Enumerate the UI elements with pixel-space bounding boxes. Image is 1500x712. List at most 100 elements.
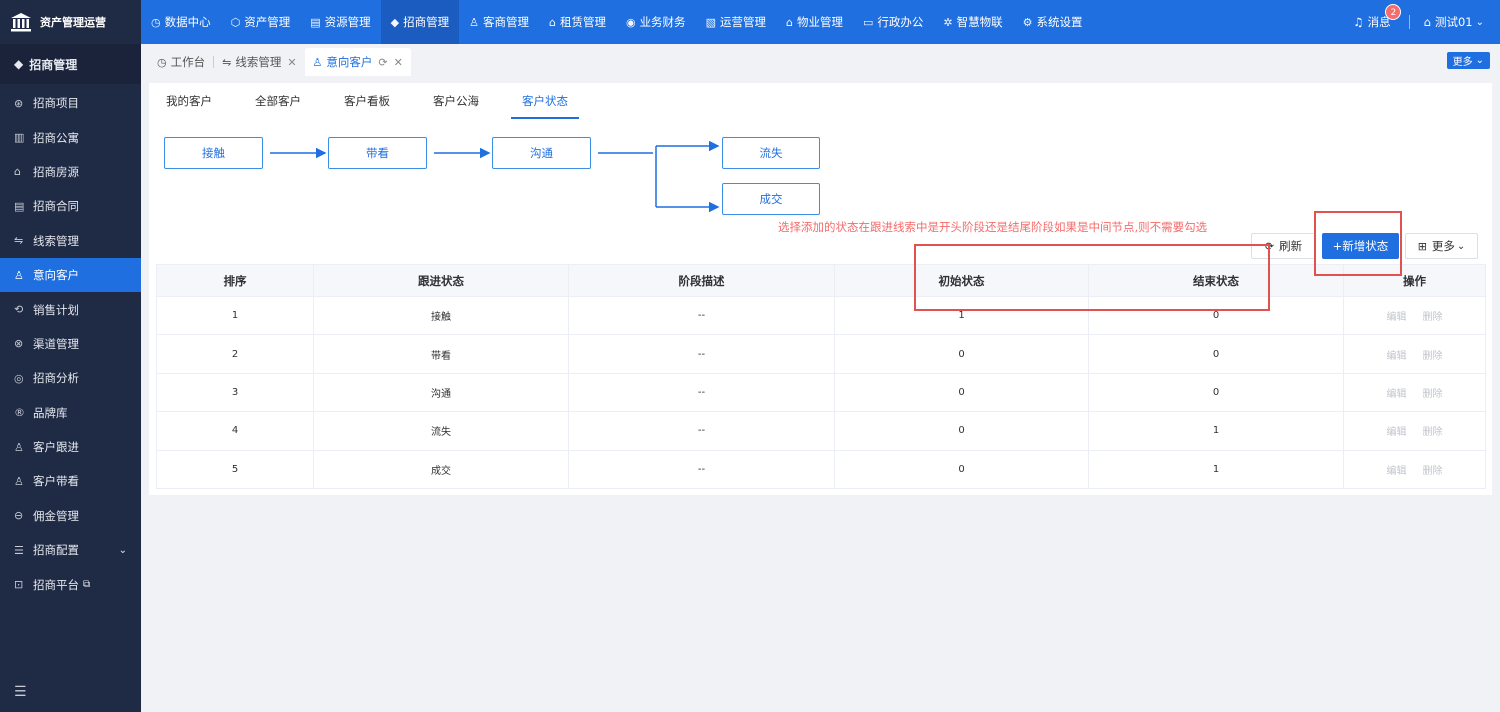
chevron-down-icon: ⌄: [1475, 55, 1484, 66]
nav-item-3[interactable]: ◆ 招商管理: [380, 0, 460, 44]
edit-button[interactable]: 编辑: [1387, 466, 1407, 477]
nav-icon: ◆: [390, 15, 400, 29]
more-tabs-button[interactable]: 更多 ⌄: [1446, 52, 1490, 69]
sidebar-item-9[interactable]: ® 品牌库: [0, 396, 141, 430]
close-icon[interactable]: ✕: [394, 56, 403, 69]
sidebar-icon: ⊛: [14, 96, 24, 110]
main-nav: ◷ 数据中心 ⬡ 资产管理 ▤ 资源管理 ◆ 招商管理 ♙ 客商管理 ⌂ 租赁管理 ◉ 业务财务 ▧ 运营管理…: [141, 0, 1092, 44]
sidebar-item-11[interactable]: ♙ 客户带看: [0, 464, 141, 498]
refresh-tab-icon[interactable]: ⟳: [378, 56, 387, 69]
more-options-button[interactable]: ⊞ 更多 ⌄: [1405, 233, 1478, 259]
content-card: 我的客户 全部客户 客户看板 客户公海 客户状态 接触 带看 沟通 流失 成交 选择添加…: [149, 83, 1492, 495]
delete-button[interactable]: 删除: [1423, 312, 1443, 323]
nav-item-9[interactable]: ▭ 行政办公: [853, 0, 933, 44]
table-row: 3 沟通 -- 0 0 编辑 删除: [156, 372, 1486, 413]
sidebar-item-label: 招商分析: [33, 371, 79, 386]
cell-desc: --: [568, 334, 835, 374]
nav-item-10[interactable]: ✲ 智慧物联: [933, 0, 1012, 44]
nav-item-0[interactable]: ◷ 数据中心: [141, 0, 221, 44]
divider: [1408, 15, 1410, 29]
delete-button[interactable]: 删除: [1423, 351, 1443, 362]
cell-actions: 编辑 删除: [1343, 449, 1486, 489]
flow-node-deal: 成交: [722, 183, 820, 215]
edit-button[interactable]: 编辑: [1387, 389, 1407, 400]
sidebar-icon: ⊡: [14, 578, 24, 592]
sidebar-item-label: 招商项目: [33, 96, 79, 111]
cell-status: 成交: [313, 449, 569, 489]
cell-initial: 1: [834, 295, 1089, 336]
sidebar-menu: ⊛ 招商项目 ▥ 招商公寓 ⌂ 招商房源 ▤ 招商合同 ⇋ 线索管理 ♙ 意向客户 ⟲ 销售计划 ⊗ 渠道管理…: [0, 84, 141, 602]
sidebar-icon: ▤: [14, 199, 25, 213]
nav-label: 数据中心: [164, 15, 211, 29]
nav-item-11[interactable]: ⚙ 系统设置: [1013, 0, 1093, 44]
grid-icon: ⊞: [1417, 239, 1427, 253]
tab-icon: ♙: [312, 55, 323, 69]
sidebar-item-10[interactable]: ♙ 客户跟进: [0, 430, 141, 464]
nav-item-6[interactable]: ◉ 业务财务: [616, 0, 696, 44]
sidebar-item-label: 招商配置: [33, 543, 79, 558]
delete-button[interactable]: 删除: [1423, 427, 1443, 438]
cell-order: 3: [156, 372, 314, 413]
sidebar-item-5[interactable]: ♙ 意向客户: [0, 257, 141, 293]
flow-node-contact: 接触: [164, 137, 263, 169]
nav-item-5[interactable]: ⌂ 租赁管理: [539, 0, 616, 44]
nav-label: 资产管理: [244, 15, 291, 29]
cell-actions: 编辑 删除: [1343, 334, 1486, 374]
page-tab-1[interactable]: ⇋ 线索管理 ✕: [214, 48, 304, 76]
delete-button[interactable]: 删除: [1423, 466, 1443, 477]
nav-label: 租赁管理: [559, 15, 606, 29]
sidebar-item-8[interactable]: ◎ 招商分析: [0, 361, 141, 395]
messages-button[interactable]: ♫ 消息 2: [1353, 4, 1402, 30]
table-row: 1 接触 -- 1 0 编辑 删除: [156, 295, 1486, 336]
brand[interactable]: 资产管理运营: [0, 0, 141, 44]
page-tab-2[interactable]: ♙ 意向客户 ⟳ ✕: [304, 48, 411, 76]
cell-final: 0: [1088, 334, 1344, 374]
page-tab-0[interactable]: ◷ 工作台: [149, 48, 213, 76]
sidebar-item-label: 客户跟进: [33, 440, 79, 455]
cell-actions: 编辑 删除: [1343, 411, 1486, 451]
more-tabs-label: 更多: [1452, 57, 1473, 68]
column-header: 操作: [1343, 264, 1486, 297]
edit-button[interactable]: 编辑: [1387, 312, 1407, 323]
sidebar-item-1[interactable]: ▥ 招商公寓: [0, 120, 141, 154]
edit-button[interactable]: 编辑: [1387, 351, 1407, 362]
sidebar-item-label: 渠道管理: [33, 336, 79, 351]
delete-button[interactable]: 删除: [1423, 389, 1443, 400]
cell-desc: --: [568, 295, 835, 336]
nav-icon: ♙: [469, 15, 479, 29]
chevron-down-icon: ⌄: [118, 544, 127, 556]
cell-initial: 0: [834, 372, 1089, 413]
sidebar-item-2[interactable]: ⌂ 招商房源: [0, 155, 141, 189]
sidebar-item-3[interactable]: ▤ 招商合同: [0, 189, 141, 223]
add-status-button[interactable]: +新增状态: [1322, 233, 1399, 259]
sidebar-item-7[interactable]: ⊗ 渠道管理: [0, 327, 141, 361]
nav-item-1[interactable]: ⬡ 资产管理: [221, 0, 301, 44]
column-header: 排序: [156, 264, 314, 297]
cell-desc: --: [568, 372, 835, 413]
sidebar-item-4[interactable]: ⇋ 线索管理: [0, 224, 141, 258]
nav-item-7[interactable]: ▧ 运营管理: [696, 0, 776, 44]
edit-button[interactable]: 编辑: [1387, 427, 1407, 438]
nav-item-8[interactable]: ⌂ 物业管理: [776, 0, 853, 44]
sidebar-icon: ♙: [14, 474, 24, 488]
cell-order: 2: [156, 334, 314, 374]
annotation-note: 选择添加的状态在跟进线索中是开头阶段还是结尾阶段如果是中间节点,则不需要勾选: [778, 220, 1208, 234]
flow-node-visit: 带看: [328, 137, 427, 169]
sidebar-item-12[interactable]: ⊖ 佣金管理: [0, 499, 141, 533]
collapse-menu-icon[interactable]: ☰: [14, 684, 27, 700]
cell-final: 1: [1088, 449, 1344, 489]
sidebar-item-label: 招商平台: [33, 577, 79, 592]
nav-label: 智慧物联: [956, 15, 1003, 29]
refresh-button[interactable]: ⟳ 刷新: [1251, 233, 1316, 259]
sidebar-item-6[interactable]: ⟲ 销售计划: [0, 292, 141, 326]
nav-icon: ✲: [943, 15, 953, 29]
sidebar-item-label: 品牌库: [33, 405, 68, 420]
sidebar-item-0[interactable]: ⊛ 招商项目: [0, 86, 141, 120]
nav-item-2[interactable]: ▤ 资源管理: [300, 0, 380, 44]
sidebar-item-13[interactable]: ☰ 招商配置 ⌄: [0, 533, 141, 567]
nav-item-4[interactable]: ♙ 客商管理: [459, 0, 539, 44]
nav-icon: ◉: [625, 15, 636, 29]
close-icon[interactable]: ✕: [287, 56, 296, 69]
sidebar-item-14[interactable]: ⊡ 招商平台 ⧉: [0, 567, 141, 601]
user-menu[interactable]: ⌂ 测试01 ⌄: [1424, 14, 1484, 30]
